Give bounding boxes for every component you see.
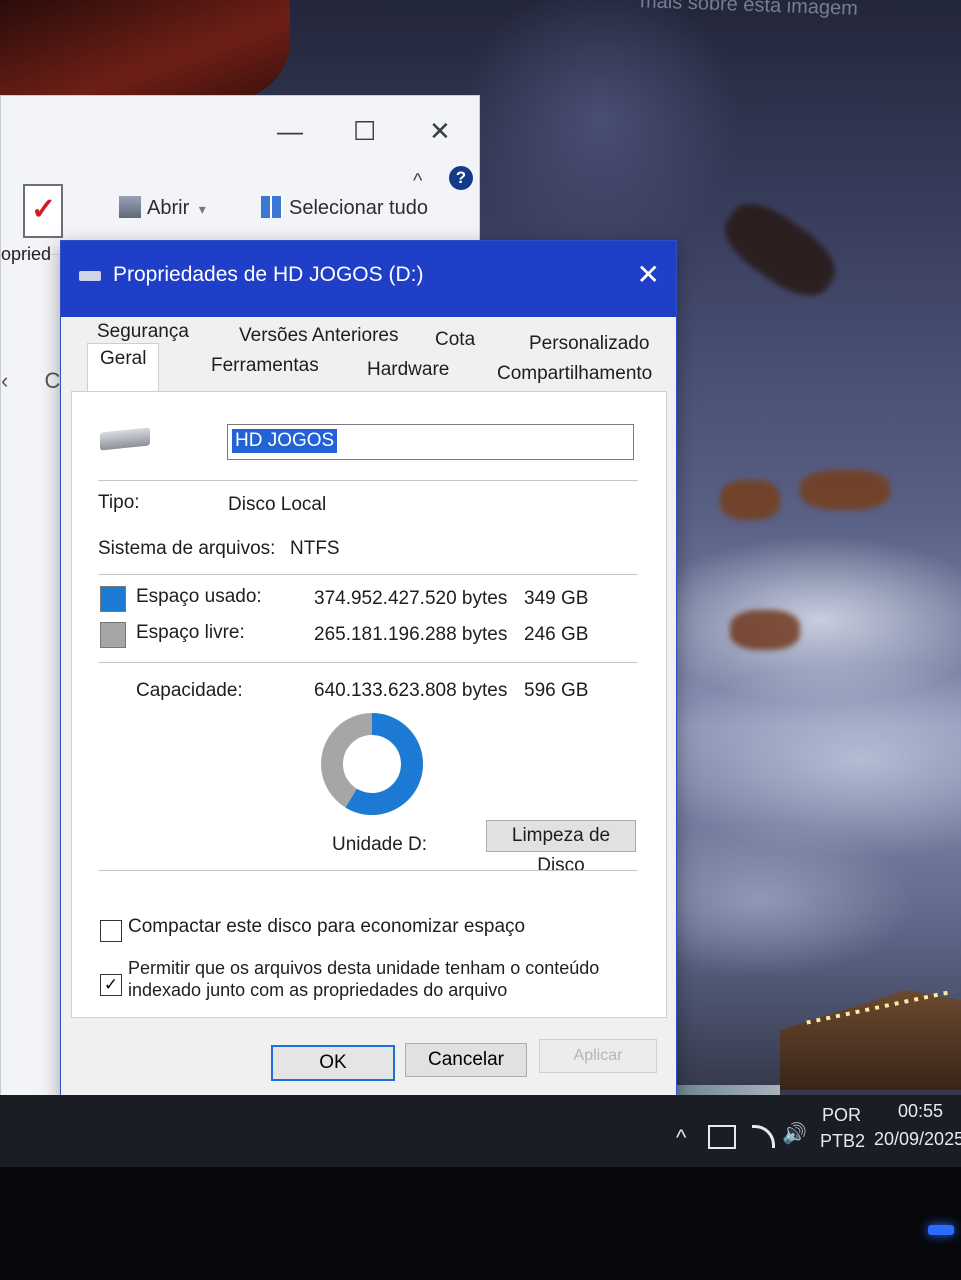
drive-letter-label: Unidade D: [332, 834, 428, 855]
clock-date[interactable]: 20/09/2025 [874, 1129, 961, 1150]
drive-name-input[interactable]: HD JOGOS [227, 424, 634, 460]
used-space-label: Espaço usado: [136, 586, 262, 607]
wallpaper-roof [0, 0, 290, 100]
filesystem-label: Sistema de arquivos: [98, 538, 276, 559]
capacity-label: Capacidade: [136, 680, 243, 701]
tab-security[interactable]: Segurança [97, 321, 189, 343]
wallpaper-bird [800, 470, 890, 510]
volume-icon[interactable]: 🔊 [782, 1121, 807, 1146]
dialog-title: Propriedades de HD JOGOS (D:) [113, 263, 424, 286]
index-label-line2: indexado junto com as propriedades do ar… [128, 980, 508, 1000]
tab-quota[interactable]: Cota [435, 329, 475, 351]
free-space-label: Espaço livre: [136, 622, 245, 643]
dialog-tabs: Segurança Versões Anteriores Cota Person… [71, 321, 666, 394]
free-space-swatch [100, 622, 126, 648]
explorer-titlebar: — ☐ ✕ [1, 96, 479, 174]
wallpaper-building [780, 990, 961, 1090]
dialog-titlebar: Propriedades de HD JOGOS (D:) ✕ [61, 241, 676, 317]
index-check-mark: ✓ [103, 975, 119, 994]
type-value: Disco Local [228, 494, 327, 515]
properties-dialog: Propriedades de HD JOGOS (D:) ✕ Seguranç… [60, 240, 677, 1102]
used-space-size: 349 GB [524, 588, 589, 609]
capacity-bytes: 640.133.623.808 bytes [314, 680, 508, 701]
select-all-label: Selecionar tudo [289, 197, 428, 219]
divider [98, 870, 638, 871]
select-all-icon [261, 196, 283, 218]
minimize-button[interactable]: — [277, 116, 303, 147]
tab-previous-versions[interactable]: Versões Anteriores [239, 325, 398, 347]
open-button[interactable]: Abrir ▾ [119, 196, 206, 220]
index-checkbox[interactable]: ✓ [100, 974, 122, 996]
wifi-icon[interactable] [752, 1125, 775, 1148]
divider [98, 480, 638, 481]
wallpaper-caption: mais sobre esta imagem [639, 0, 859, 20]
open-dropdown-icon[interactable]: ▾ [199, 201, 206, 217]
drive-name-value: HD JOGOS [232, 429, 338, 453]
compress-label: Compactar este disco para economizar esp… [128, 916, 526, 937]
tab-sharing[interactable]: Compartilhamento [497, 363, 652, 385]
hard-drive-icon [100, 427, 150, 451]
wallpaper-bird [720, 480, 780, 520]
disk-usage-donut-svg [321, 713, 423, 815]
tray-overflow-icon[interactable]: ^ [676, 1125, 686, 1151]
divider [98, 574, 638, 575]
dialog-close-button[interactable]: ✕ [637, 261, 660, 289]
properties-button-label[interactable]: opried [1, 244, 51, 265]
close-button[interactable]: ✕ [429, 116, 451, 147]
ribbon-collapse-icon[interactable]: ^ [413, 170, 422, 193]
input-language[interactable]: POR [822, 1105, 861, 1126]
wallpaper-bird [730, 610, 800, 650]
tab-hardware[interactable]: Hardware [367, 359, 449, 381]
refresh-icon[interactable]: C [44, 368, 60, 393]
capacity-size: 596 GB [524, 680, 589, 701]
power-led [928, 1225, 954, 1235]
open-label: Abrir [147, 197, 190, 219]
used-space-bytes: 374.952.427.520 bytes [314, 588, 508, 609]
taskbar: ^ 🔊 POR PTB2 00:55 20/09/2025 [0, 1095, 961, 1167]
tab-customize[interactable]: Personalizado [529, 333, 649, 355]
back-icon[interactable]: ‹ [1, 368, 8, 393]
open-icon [119, 196, 141, 218]
network-warning-icon[interactable] [708, 1125, 736, 1149]
divider [98, 662, 638, 663]
tab-general[interactable]: Geral [87, 343, 160, 394]
ok-button[interactable]: OK [271, 1045, 395, 1081]
index-label-line1: Permitir que os arquivos desta unidade t… [128, 958, 600, 978]
used-space-swatch [100, 586, 126, 612]
tab-tools[interactable]: Ferramentas [211, 355, 319, 377]
wallpaper-bird [713, 191, 847, 309]
explorer-nav: ‹ C [1, 368, 60, 394]
help-icon[interactable]: ? [449, 166, 473, 190]
cancel-button[interactable]: Cancelar [405, 1043, 527, 1077]
keyboard-layout[interactable]: PTB2 [820, 1131, 865, 1152]
properties-check-icon [23, 184, 63, 238]
drive-title-icon [79, 271, 101, 281]
disk-cleanup-button[interactable]: Limpeza de Disco [486, 820, 636, 876]
filesystem-value: NTFS [290, 538, 340, 559]
disk-usage-donut [318, 710, 426, 818]
monitor-bezel [0, 1167, 961, 1280]
clock-time[interactable]: 00:55 [898, 1101, 943, 1122]
maximize-button[interactable]: ☐ [353, 116, 376, 147]
apply-button[interactable]: Aplicar [539, 1039, 657, 1073]
type-label: Tipo: [98, 492, 140, 513]
compress-checkbox[interactable] [100, 920, 122, 942]
free-space-size: 246 GB [524, 624, 589, 645]
select-all-button[interactable]: Selecionar tudo [261, 196, 428, 220]
free-space-bytes: 265.181.196.288 bytes [314, 624, 508, 645]
general-tab-panel: HD JOGOS Tipo: Disco Local Sistema de ar… [71, 391, 667, 1018]
